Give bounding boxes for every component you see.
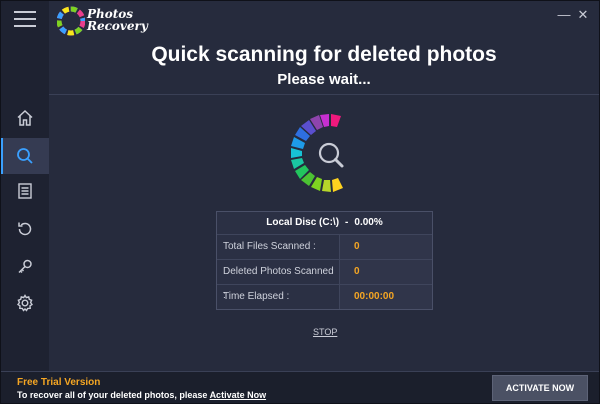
sidebar-item-scan[interactable] xyxy=(1,138,49,174)
disk-separator: - xyxy=(345,217,349,228)
sidebar xyxy=(1,1,49,371)
footer: Free Trial Version To recover all of you… xyxy=(1,371,599,403)
sidebar-item-list[interactable] xyxy=(1,173,49,209)
deleted-photos-label: Deleted Photos Scanned : xyxy=(217,260,340,301)
app-window: Photos Recovery — ✕ Quick scanning for d… xyxy=(0,0,600,404)
table-row: Total Files Scanned : 0 xyxy=(217,234,432,259)
sidebar-item-home[interactable] xyxy=(1,100,49,136)
divider xyxy=(49,94,599,95)
minimize-button[interactable]: — xyxy=(557,7,571,22)
recover-text: To recover all of your deleted photos, p… xyxy=(17,390,266,400)
disk-label: Local Disc (C:\) xyxy=(266,217,340,228)
total-files-label: Total Files Scanned : xyxy=(217,235,340,259)
activate-now-link[interactable]: Activate Now xyxy=(210,390,267,400)
menu-icon[interactable] xyxy=(14,11,36,27)
scan-header: Quick scanning for deleted photos Please… xyxy=(49,43,599,88)
scan-status-table: Local Disc (C:\) - 0.00% Total Files Sca… xyxy=(216,211,433,310)
recover-message: To recover all of your deleted photos, p… xyxy=(17,390,208,400)
table-row: Deleted Photos Scanned : 0 xyxy=(217,259,432,301)
trial-label: Free Trial Version xyxy=(17,377,101,388)
activate-now-button[interactable]: ACTIVATE NOW xyxy=(492,375,588,401)
disk-status-row: Local Disc (C:\) - 0.00% xyxy=(217,212,432,234)
table-row: Time Elapsed : 00:00:00 xyxy=(217,284,432,309)
sidebar-item-restore[interactable] xyxy=(1,211,49,247)
app-logo: Photos Recovery xyxy=(56,5,177,39)
stop-button[interactable]: STOP xyxy=(313,327,337,337)
list-icon xyxy=(18,183,32,199)
logo-icon xyxy=(56,6,86,36)
restore-icon xyxy=(18,222,32,236)
sidebar-item-settings[interactable] xyxy=(1,285,49,321)
deleted-photos-value: 0 xyxy=(340,260,432,284)
close-button[interactable]: ✕ xyxy=(576,7,590,23)
key-icon xyxy=(18,259,32,274)
page-subtitle: Please wait... xyxy=(277,71,371,88)
disk-percent: 0.00% xyxy=(354,217,383,228)
search-icon xyxy=(17,148,33,164)
page-title: Quick scanning for deleted photos xyxy=(151,43,497,66)
scan-spinner xyxy=(291,114,344,192)
total-files-value: 0 xyxy=(340,235,432,259)
sidebar-item-key[interactable] xyxy=(1,249,49,285)
time-elapsed-value: 00:00:00 xyxy=(340,285,432,309)
gear-icon xyxy=(17,294,33,312)
time-elapsed-label: Time Elapsed : xyxy=(217,285,340,309)
home-icon xyxy=(17,109,33,126)
title-bar: Photos Recovery — ✕ xyxy=(49,1,599,41)
main-panel: Photos Recovery — ✕ Quick scanning for d… xyxy=(49,1,599,371)
logo-line2: Recovery xyxy=(87,19,148,33)
